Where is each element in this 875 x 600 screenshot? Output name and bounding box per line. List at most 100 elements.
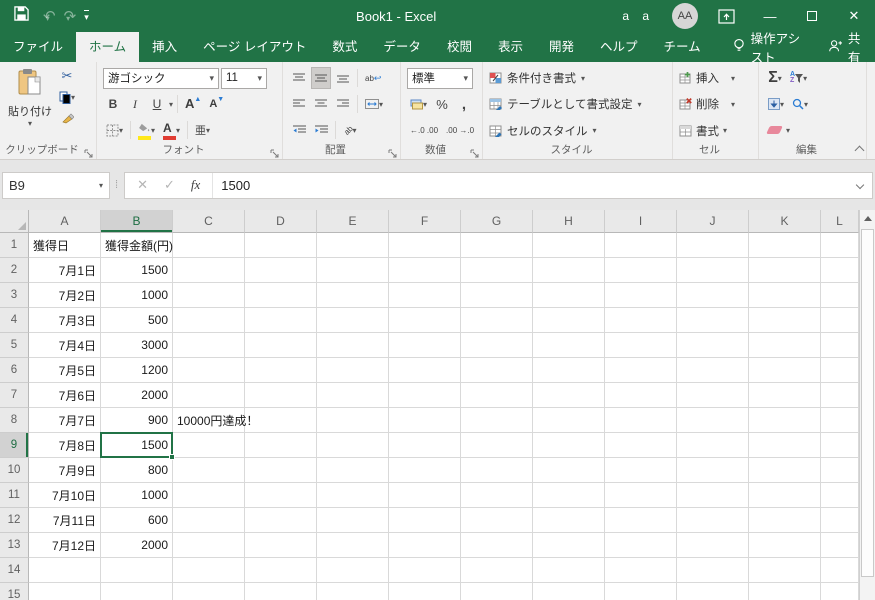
enter-entry-icon[interactable]: ✓ [164, 177, 175, 193]
cell-F11[interactable] [389, 483, 461, 508]
cell-F8[interactable] [389, 408, 461, 433]
column-header-K[interactable]: K [749, 210, 821, 233]
cell-C14[interactable] [173, 558, 245, 583]
percent-style-button[interactable]: % [432, 93, 452, 115]
cell-E5[interactable] [317, 333, 389, 358]
cell-H8[interactable] [533, 408, 605, 433]
decrease-font-button[interactable]: A ▼ [206, 93, 227, 115]
cell-K6[interactable] [749, 358, 821, 383]
cell-F15[interactable] [389, 583, 461, 600]
row-header-5[interactable]: 5 [0, 333, 29, 358]
row-header-14[interactable]: 14 [0, 558, 29, 583]
delete-cells-button[interactable]: 削除 ▾ [679, 92, 735, 116]
cell-H7[interactable] [533, 383, 605, 408]
cell-G9[interactable] [461, 433, 533, 458]
row-header-11[interactable]: 11 [0, 483, 29, 508]
cell-B15[interactable] [101, 583, 173, 600]
phonetic-guide-button[interactable]: 亜 ▾ [192, 119, 213, 141]
cell-L5[interactable] [821, 333, 859, 358]
tab-home[interactable]: ホーム [76, 32, 140, 62]
cell-C8[interactable]: 10000円達成！ [173, 408, 258, 433]
align-right-button[interactable] [333, 93, 353, 115]
number-format-combo[interactable]: 標準 ▾ [407, 67, 473, 89]
share-button[interactable]: 共有 [814, 32, 875, 65]
select-all-button[interactable] [0, 210, 29, 233]
column-header-G[interactable]: G [461, 210, 533, 233]
vertical-scrollbar[interactable] [859, 210, 875, 600]
row-header-9[interactable]: 9 [0, 433, 29, 458]
cell-L13[interactable] [821, 533, 859, 558]
cell-E9[interactable] [317, 433, 389, 458]
cell-D4[interactable] [245, 308, 317, 333]
ribbon-display-options-icon[interactable] [718, 8, 735, 24]
cell-L7[interactable] [821, 383, 859, 408]
cell-E2[interactable] [317, 258, 389, 283]
conditional-formatting-button[interactable]: 条件付き書式 ▾ [489, 66, 641, 90]
cell-D1[interactable] [245, 233, 317, 258]
format-painter-button[interactable] [56, 108, 78, 128]
row-header-10[interactable]: 10 [0, 458, 29, 483]
column-header-D[interactable]: D [245, 210, 317, 233]
sort-filter-button[interactable]: AZ ▾ [787, 67, 810, 89]
undo-button[interactable]: ↶▾ [43, 7, 56, 26]
cell-H1[interactable] [533, 233, 605, 258]
cell-I1[interactable] [605, 233, 677, 258]
cell-C11[interactable] [173, 483, 245, 508]
autosum-button[interactable]: Σ ▾ [765, 67, 785, 89]
cell-J9[interactable] [677, 433, 749, 458]
cell-H10[interactable] [533, 458, 605, 483]
row-header-1[interactable]: 1 [0, 233, 29, 258]
cell-H3[interactable] [533, 283, 605, 308]
cell-E13[interactable] [317, 533, 389, 558]
cell-K8[interactable] [749, 408, 821, 433]
row-header-15[interactable]: 15 [0, 583, 29, 600]
cell-I8[interactable] [605, 408, 677, 433]
cell-E12[interactable] [317, 508, 389, 533]
cell-A1[interactable]: 獲得日 [29, 233, 101, 258]
cell-I10[interactable] [605, 458, 677, 483]
cell-L3[interactable] [821, 283, 859, 308]
underline-dropdown-arrow[interactable]: ▾ [169, 100, 173, 109]
cell-G3[interactable] [461, 283, 533, 308]
cell-D13[interactable] [245, 533, 317, 558]
dialog-launcher-alignment[interactable] [388, 146, 398, 158]
cell-E3[interactable] [317, 283, 389, 308]
cell-I7[interactable] [605, 383, 677, 408]
cell-G8[interactable] [461, 408, 533, 433]
tab-view[interactable]: 表示 [485, 32, 536, 62]
cell-E1[interactable] [317, 233, 389, 258]
tab-help[interactable]: ヘルプ [587, 32, 651, 62]
column-header-J[interactable]: J [677, 210, 749, 233]
cell-L11[interactable] [821, 483, 859, 508]
cell-A3[interactable]: 7月2日 [29, 283, 101, 308]
row-header-4[interactable]: 4 [0, 308, 29, 333]
row-header-3[interactable]: 3 [0, 283, 29, 308]
customize-qat-icon[interactable]: ▾ [84, 9, 89, 23]
cell-I13[interactable] [605, 533, 677, 558]
cell-A10[interactable]: 7月9日 [29, 458, 101, 483]
column-header-L[interactable]: L [821, 210, 859, 233]
cell-E8[interactable] [317, 408, 389, 433]
align-left-button[interactable] [289, 93, 309, 115]
cell-A12[interactable]: 7月11日 [29, 508, 101, 533]
cell-D11[interactable] [245, 483, 317, 508]
cell-J4[interactable] [677, 308, 749, 333]
tab-insert[interactable]: 挿入 [139, 32, 190, 62]
cell-G15[interactable] [461, 583, 533, 600]
cell-B9[interactable]: 1500 [101, 433, 173, 458]
align-top-button[interactable] [289, 67, 309, 89]
cell-F10[interactable] [389, 458, 461, 483]
cell-F1[interactable] [389, 233, 461, 258]
cell-I14[interactable] [605, 558, 677, 583]
cell-A7[interactable]: 7月6日 [29, 383, 101, 408]
font-name-combo[interactable]: 游ゴシック ▾ [103, 67, 219, 89]
cell-J5[interactable] [677, 333, 749, 358]
cell-L4[interactable] [821, 308, 859, 333]
cell-C1[interactable] [173, 233, 245, 258]
collapse-ribbon-button[interactable] [854, 144, 865, 156]
cell-A9[interactable]: 7月8日 [29, 433, 101, 458]
cell-B3[interactable]: 1000 [101, 283, 173, 308]
copy-button[interactable]: ▾ [56, 87, 78, 107]
comma-style-button[interactable]: , [454, 93, 474, 115]
row-header-6[interactable]: 6 [0, 358, 29, 383]
